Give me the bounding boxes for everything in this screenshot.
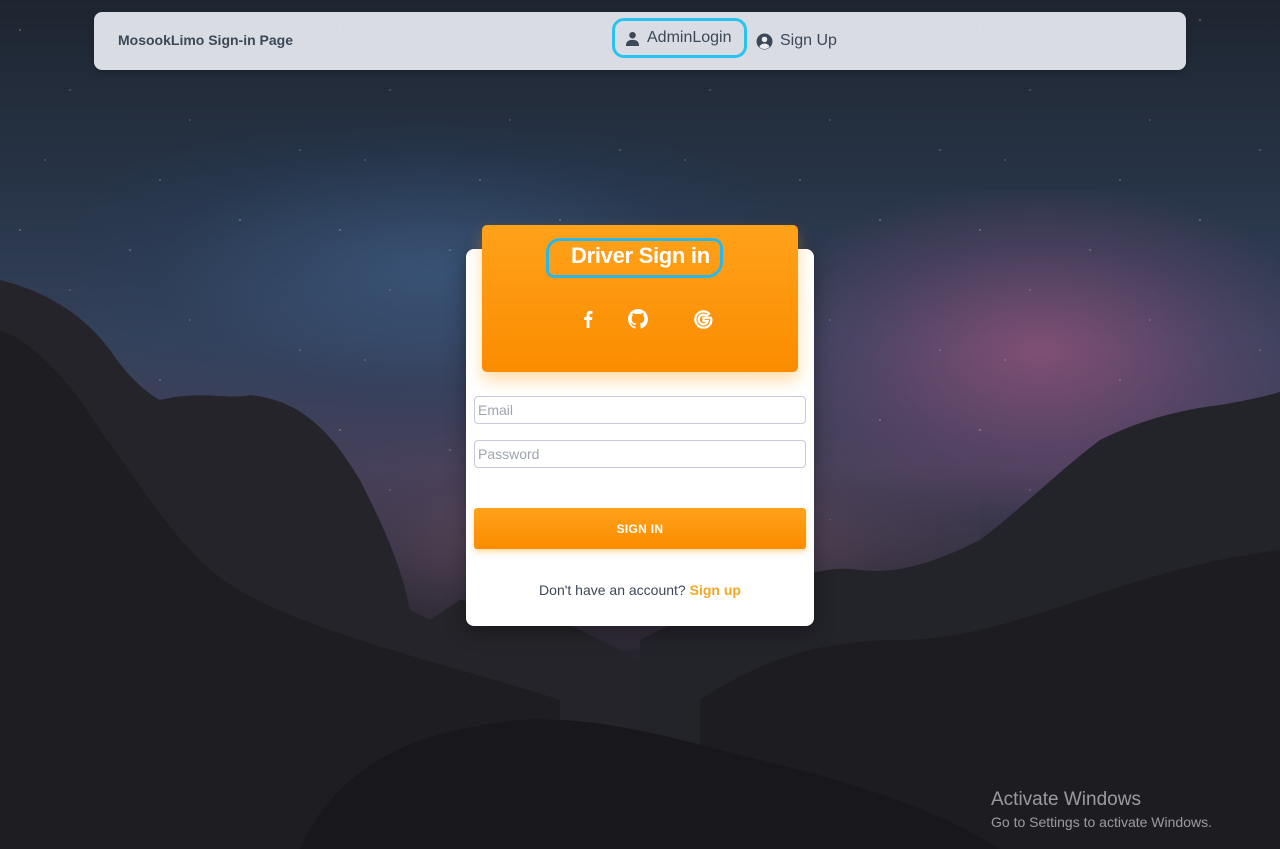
windows-activation-watermark: Activate Windows Go to Settings to activ…: [991, 789, 1212, 830]
sign-up-link[interactable]: Sign up: [690, 582, 741, 598]
activation-title: Activate Windows: [991, 789, 1141, 810]
admin-login-label: AdminLogin: [647, 29, 732, 46]
signup-prompt: Don't have an account? Sign up: [466, 582, 814, 598]
background-scene: MosookLimo Sign-in Page AdminLogin Sign …: [0, 0, 1280, 849]
sign-up-nav-link[interactable]: Sign Up: [756, 26, 837, 56]
password-input[interactable]: [474, 440, 806, 468]
signup-prompt-text: Don't have an account?: [539, 582, 686, 598]
sign-in-button[interactable]: SIGN IN: [474, 508, 806, 549]
admin-login-link[interactable]: AdminLogin: [612, 18, 747, 58]
facebook-icon: [584, 310, 593, 328]
google-login-button[interactable]: [691, 307, 715, 331]
github-icon: [628, 309, 648, 329]
email-input[interactable]: [474, 396, 806, 424]
login-card-header: Driver Sign in: [482, 225, 798, 372]
brand-title[interactable]: MosookLimo Sign-in Page: [118, 32, 293, 48]
google-icon: [693, 309, 713, 329]
top-navbar: MosookLimo Sign-in Page AdminLogin Sign …: [94, 12, 1186, 70]
account-circle-icon: [756, 33, 773, 49]
activation-subtitle: Go to Settings to activate Windows.: [991, 814, 1212, 830]
github-login-button[interactable]: [626, 307, 650, 331]
card-title: Driver Sign in: [546, 238, 723, 278]
facebook-login-button[interactable]: [576, 307, 600, 331]
sign-up-nav-label: Sign Up: [780, 32, 837, 49]
person-icon: [625, 31, 640, 46]
